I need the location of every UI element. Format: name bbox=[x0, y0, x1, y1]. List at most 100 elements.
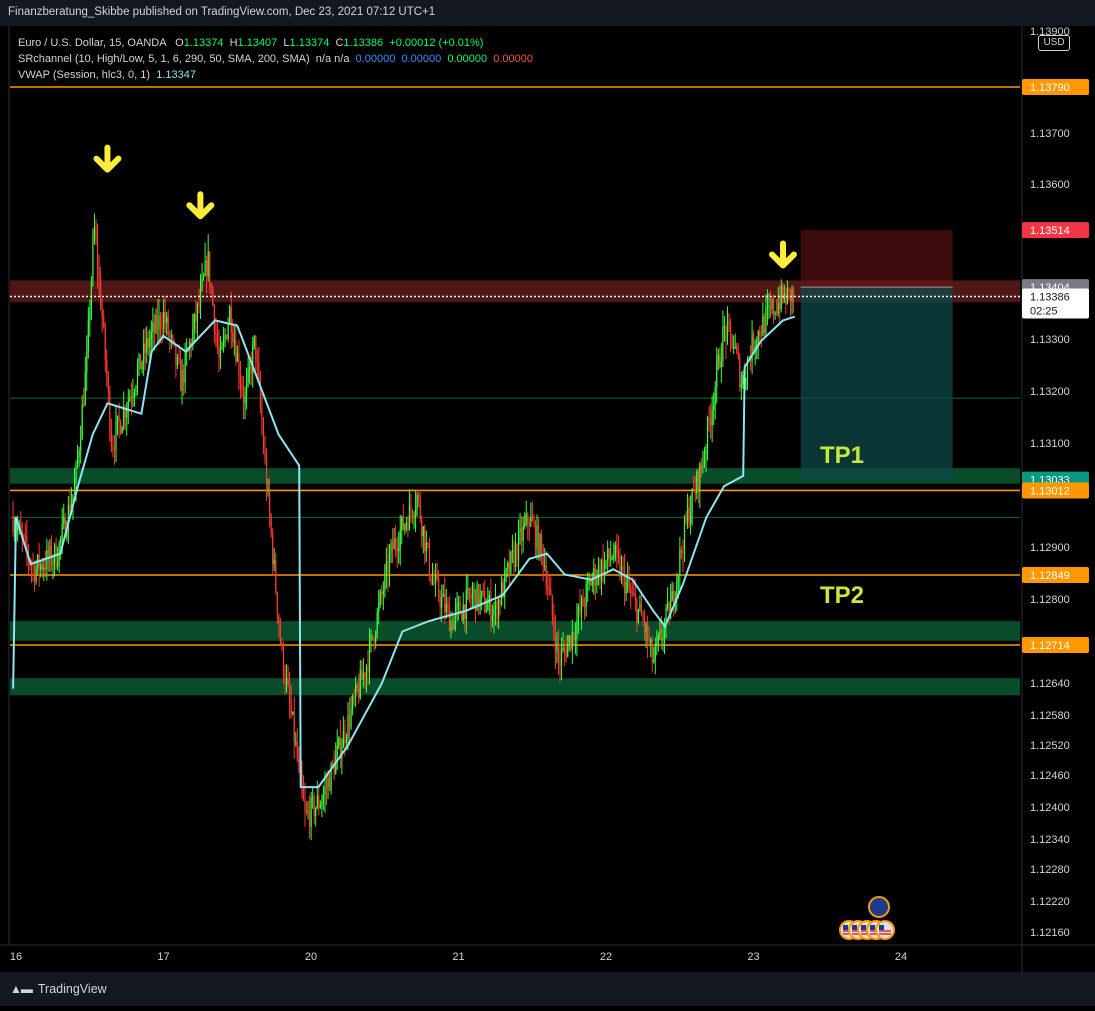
flag-canton bbox=[861, 925, 866, 930]
candle-body bbox=[321, 802, 323, 806]
candle-body bbox=[104, 325, 106, 360]
candle-body bbox=[23, 535, 25, 537]
candle-body bbox=[734, 346, 736, 348]
candle-body bbox=[519, 528, 521, 532]
candle-body bbox=[433, 580, 435, 584]
candle-body bbox=[57, 564, 59, 567]
candle-body bbox=[713, 405, 715, 411]
candle-body bbox=[138, 354, 140, 369]
candle-body bbox=[129, 397, 131, 401]
symbol-legend-row[interactable]: Euro / U.S. Dollar, 15, OANDA O1.13374 H… bbox=[18, 35, 533, 51]
candle-body bbox=[776, 312, 778, 314]
candle-body bbox=[265, 459, 268, 492]
candle-body bbox=[514, 544, 517, 567]
candle-body bbox=[253, 335, 255, 346]
candle-body bbox=[481, 591, 483, 596]
candle-body bbox=[401, 516, 403, 531]
candle-body bbox=[450, 620, 452, 632]
candle-body bbox=[255, 335, 257, 361]
vwap-name[interactable]: VWAP (Session, hlc3, 0, 1) bbox=[18, 69, 150, 81]
candle-body bbox=[43, 567, 45, 570]
candle-body bbox=[292, 711, 294, 714]
candle-body bbox=[559, 659, 561, 666]
candle-body bbox=[35, 567, 37, 582]
candle-body bbox=[302, 787, 305, 801]
candle-body bbox=[287, 678, 289, 686]
candle-body bbox=[666, 603, 669, 608]
candle-body bbox=[785, 293, 787, 305]
candle-body bbox=[762, 316, 764, 336]
symbol-name[interactable]: Euro / U.S. Dollar, 15, OANDA bbox=[18, 37, 166, 49]
candle-body bbox=[209, 251, 211, 285]
candle-body bbox=[774, 312, 776, 315]
arrow-down-icon bbox=[186, 191, 215, 220]
candle-body bbox=[132, 395, 134, 398]
candle-body bbox=[87, 320, 89, 351]
candle-body bbox=[779, 302, 781, 310]
candle-body bbox=[348, 714, 351, 728]
candle-body bbox=[456, 603, 458, 609]
candle-body bbox=[227, 323, 229, 339]
candle-body bbox=[548, 588, 550, 590]
candle-body bbox=[584, 606, 586, 608]
candle-body bbox=[733, 347, 735, 349]
candle-body bbox=[487, 603, 489, 611]
vwap-value: 1.13347 bbox=[156, 69, 196, 81]
candle-body bbox=[226, 335, 228, 339]
candle-body bbox=[467, 588, 469, 591]
candle-body bbox=[710, 420, 712, 425]
candle-body bbox=[590, 580, 592, 586]
candle-body bbox=[181, 369, 183, 391]
candle-body bbox=[76, 457, 79, 464]
candle-body bbox=[373, 638, 375, 643]
candle-body bbox=[236, 353, 238, 362]
price-label-text: 1.12849 bbox=[1030, 570, 1070, 582]
candle-body bbox=[521, 528, 523, 542]
time-tick-label: 20 bbox=[305, 951, 317, 963]
candle-body bbox=[310, 797, 312, 827]
candle-body bbox=[355, 684, 357, 698]
candle-body bbox=[551, 595, 553, 617]
us-event-icon[interactable] bbox=[875, 920, 895, 940]
price-label-text: 1.13514 bbox=[1030, 225, 1070, 237]
candle-body bbox=[116, 415, 119, 422]
srchannel-name[interactable]: SRchannel (10, High/Low, 5, 1, 6, 290, 5… bbox=[18, 53, 310, 65]
candle-body bbox=[298, 758, 300, 763]
chart-area[interactable]: TP1 TP2 1.13900 1.13700 1.13600 1.13300 1.132… bbox=[0, 0, 1095, 1006]
footer-bar: ▲▬ TradingView bbox=[0, 972, 1095, 1006]
candle-body bbox=[739, 357, 741, 388]
candle-body bbox=[312, 796, 314, 798]
tradingview-brand[interactable]: ▲▬ TradingView bbox=[10, 982, 107, 996]
candle-body bbox=[229, 307, 231, 324]
eu-event-icon[interactable] bbox=[868, 896, 890, 918]
flag-canton bbox=[843, 925, 848, 930]
candle-body bbox=[267, 489, 269, 492]
candle-body bbox=[740, 384, 742, 388]
candle-body bbox=[516, 544, 518, 560]
candle-body bbox=[421, 519, 423, 537]
candle-body bbox=[184, 352, 186, 383]
vwap-legend-row[interactable]: VWAP (Session, hlc3, 0, 1) 1.13347 bbox=[18, 67, 533, 83]
candle-body bbox=[133, 392, 136, 396]
candle-body bbox=[468, 588, 470, 597]
candle-body bbox=[63, 517, 65, 525]
currency-button[interactable]: USD bbox=[1038, 35, 1070, 51]
candle-body bbox=[313, 796, 315, 817]
candle-body bbox=[683, 518, 686, 554]
candle-body bbox=[557, 641, 560, 660]
candle-body bbox=[620, 566, 623, 577]
candle-body bbox=[86, 350, 88, 373]
candle-body bbox=[711, 410, 713, 425]
candle-body bbox=[324, 787, 326, 796]
candle-body bbox=[501, 582, 503, 605]
candle-body bbox=[706, 417, 709, 450]
candle-body bbox=[61, 524, 63, 539]
candle-body bbox=[38, 555, 40, 571]
candle-body bbox=[80, 439, 82, 451]
candle-body bbox=[471, 593, 474, 599]
price-chart[interactable]: TP1TP2 1.139001.137001.136001.133001.132… bbox=[0, 0, 1095, 1006]
candle-body bbox=[491, 615, 494, 621]
price-label-text: 1.13790 bbox=[1030, 82, 1070, 94]
candle-body bbox=[110, 431, 112, 447]
srchannel-legend-row[interactable]: SRchannel (10, High/Low, 5, 1, 6, 290, 5… bbox=[18, 51, 533, 67]
